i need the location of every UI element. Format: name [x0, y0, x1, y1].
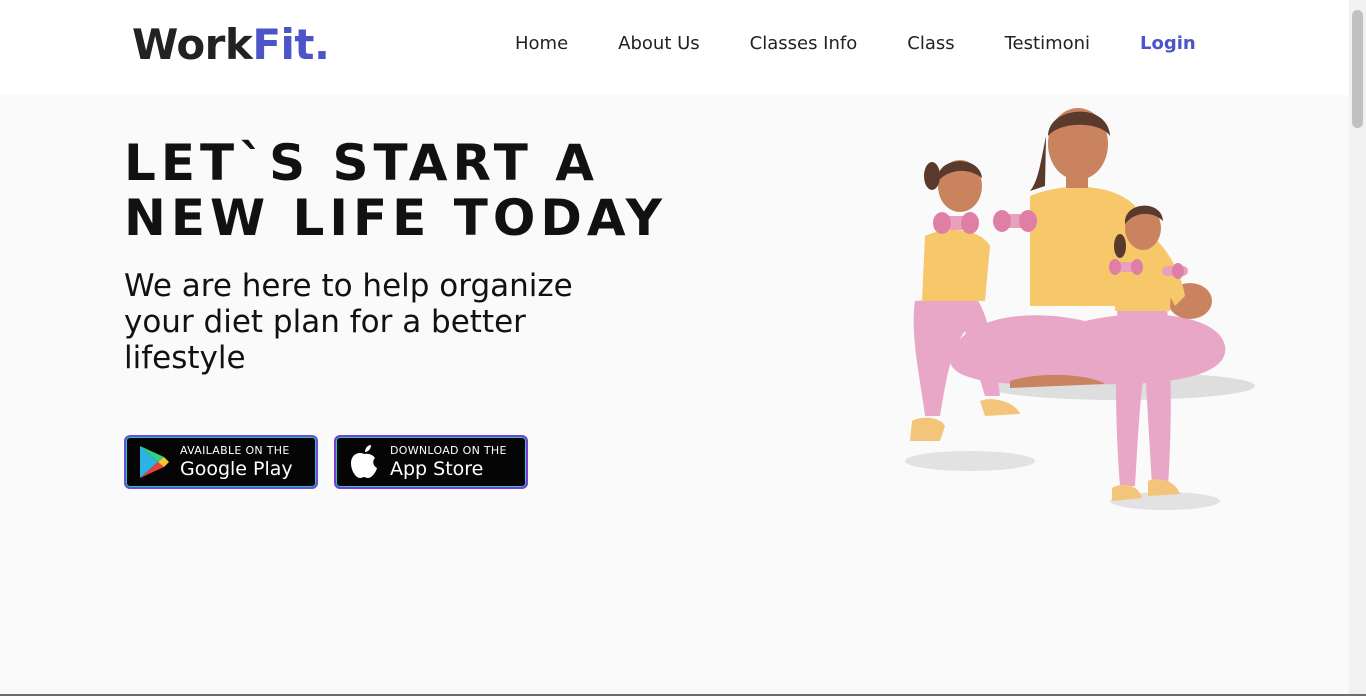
google-play-label: Google Play	[180, 458, 293, 480]
google-play-icon	[140, 446, 169, 478]
app-store-text: DOWNLOAD ON THE App Store	[390, 445, 507, 479]
hero-headline: LET`S START A NEW LIFE TODAY	[124, 136, 667, 246]
app-store-button[interactable]: DOWNLOAD ON THE App Store	[334, 435, 528, 489]
left-girl-figure	[910, 160, 1037, 441]
nav-classes-info[interactable]: Classes Info	[750, 33, 858, 54]
headline-line-1: LET`S START A	[124, 134, 599, 192]
nav-home[interactable]: Home	[515, 33, 568, 54]
hero-tagline: We are here to help organize your diet p…	[124, 268, 573, 376]
nav-class[interactable]: Class	[907, 33, 954, 54]
logo-accent: Fit.	[252, 20, 330, 69]
logo[interactable]: WorkFit.	[132, 20, 330, 69]
login-link[interactable]: Login	[1140, 33, 1196, 54]
logo-main: Work	[132, 20, 253, 69]
header: WorkFit. Home About Us Classes Info Clas…	[0, 0, 1349, 95]
headline-line-2: NEW LIFE TODAY	[124, 189, 667, 247]
scrollbar-thumb[interactable]	[1352, 10, 1363, 128]
main-nav: Home About Us Classes Info Class Testimo…	[515, 33, 1196, 54]
google-play-small-label: AVAILABLE ON THE	[180, 444, 290, 457]
nav-testimoni[interactable]: Testimoni	[1005, 33, 1090, 54]
app-store-small-label: DOWNLOAD ON THE	[390, 444, 507, 457]
store-buttons: AVAILABLE ON THE Google Play DOWNLOAD ON…	[124, 435, 544, 489]
google-play-text: AVAILABLE ON THE Google Play	[180, 445, 293, 479]
vertical-scrollbar[interactable]	[1349, 0, 1366, 696]
fitness-illustration	[905, 108, 1255, 510]
page: WorkFit. Home About Us Classes Info Clas…	[0, 0, 1349, 694]
google-play-button[interactable]: AVAILABLE ON THE Google Play	[124, 435, 318, 489]
apple-icon	[351, 445, 377, 478]
app-store-label: App Store	[390, 458, 484, 480]
nav-about-us[interactable]: About Us	[618, 33, 700, 54]
